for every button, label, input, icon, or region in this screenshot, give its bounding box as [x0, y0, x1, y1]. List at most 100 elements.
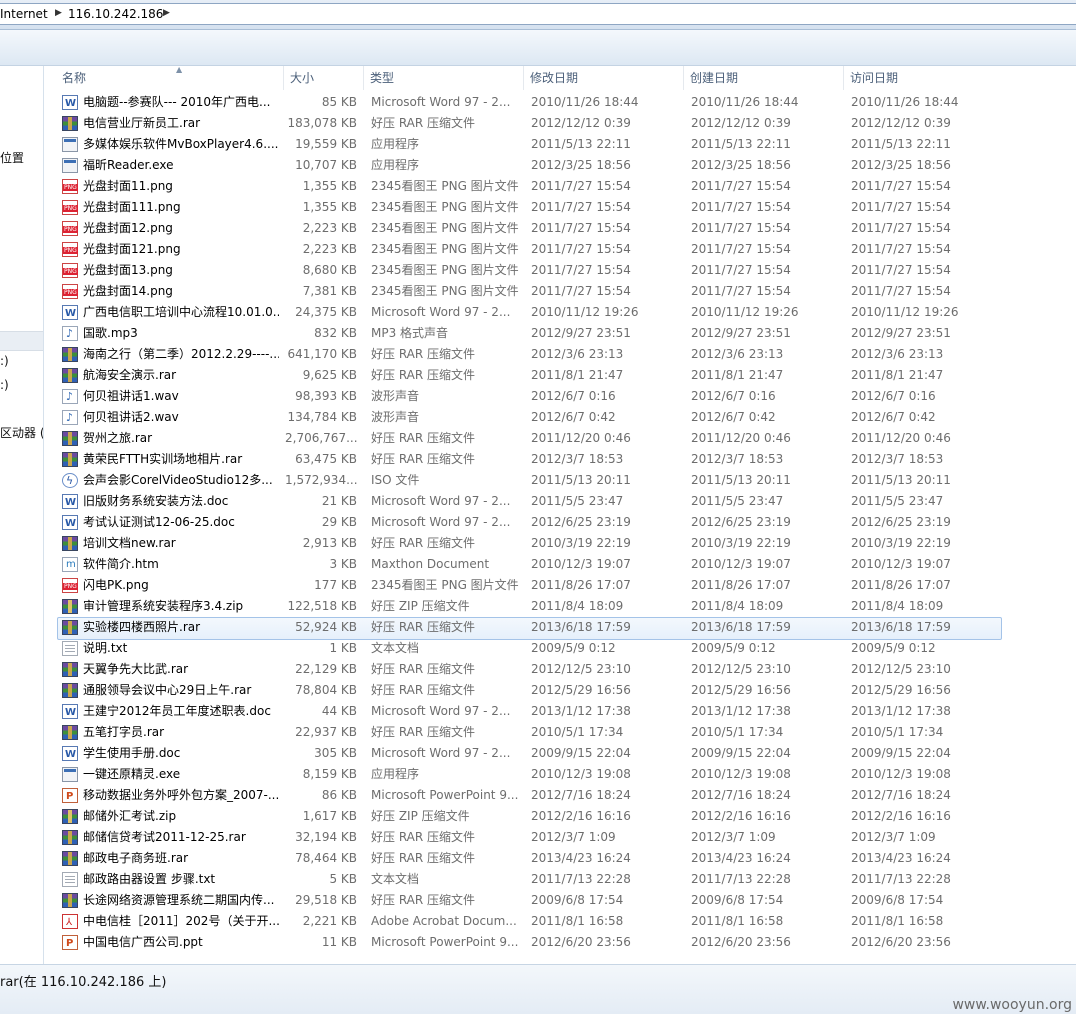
- column-header-modified[interactable]: 修改日期: [524, 66, 684, 90]
- file-name[interactable]: 五笔打字员.rar: [83, 722, 279, 743]
- address-field[interactable]: Internet ▶ 116.10.242.186 ▶: [0, 3, 1076, 25]
- file-name[interactable]: 国歌.mp3: [83, 323, 279, 344]
- column-header-size[interactable]: 大小: [284, 66, 364, 90]
- file-row[interactable]: 培训文档new.rar 2,913 KB 好压 RAR 压缩文件 2010/3/19 …: [45, 533, 1076, 554]
- file-row[interactable]: 一键还原精灵.exe 8,159 KB 应用程序 2010/12/3 19:08 201…: [45, 764, 1076, 785]
- file-row[interactable]: 电信营业厅新员工.rar 183,078 KB 好压 RAR 压缩文件 2012/12…: [45, 113, 1076, 134]
- file-row[interactable]: 旧版财务系统安装方法.doc 21 KB Microsoft Word 97 - 2…: [45, 491, 1076, 512]
- file-row[interactable]: 航海安全演示.rar 9,625 KB 好压 RAR 压缩文件 2011/8/1 21…: [45, 365, 1076, 386]
- navigation-pane[interactable]: 位置:):) 区动器 (K: [0, 66, 44, 964]
- file-name[interactable]: 邮政路由器设置 步骤.txt: [83, 869, 279, 890]
- file-row[interactable]: 光盘封面121.png 2,223 KB 2345看图王 PNG 图片文件 2011/…: [45, 239, 1076, 260]
- file-row[interactable]: 天翼争先大比武.rar 22,129 KB 好压 RAR 压缩文件 2012/12/5…: [45, 659, 1076, 680]
- file-name[interactable]: 何贝祖讲话1.wav: [83, 386, 279, 407]
- column-header-accessed[interactable]: 访问日期: [844, 66, 1004, 90]
- file-list[interactable]: 名称 ▲ 大小 类型 修改日期 创建日期 访问日期 电脑题--参赛队--- 20…: [45, 66, 1076, 964]
- file-row[interactable]: 贺州之旅.rar 2,706,767... 好压 RAR 压缩文件 2011/12/2…: [45, 428, 1076, 449]
- file-name[interactable]: 电脑题--参赛队--- 2010年广西电...: [83, 92, 279, 113]
- nav-selected-item[interactable]: [0, 331, 43, 351]
- file-row[interactable]: 电脑题--参赛队--- 2010年广西电... 85 KB Microsoft Wo…: [45, 92, 1076, 113]
- file-name[interactable]: 邮政电子商务班.rar: [83, 848, 279, 869]
- file-row[interactable]: 考试认证测试12-06-25.doc 29 KB Microsoft Word 97…: [45, 512, 1076, 533]
- file-row[interactable]: 五笔打字员.rar 22,937 KB 好压 RAR 压缩文件 2010/5/1 17…: [45, 722, 1076, 743]
- file-name[interactable]: 旧版财务系统安装方法.doc: [83, 491, 279, 512]
- file-name[interactable]: 通服领导会议中心29日上午.rar: [83, 680, 279, 701]
- file-name[interactable]: 会声会影CorelVideoStudio12多...: [83, 470, 279, 491]
- file-row[interactable]: 邮储外汇考试.zip 1,617 KB 好压 ZIP 压缩文件 2012/2/16 1…: [45, 806, 1076, 827]
- file-name[interactable]: 光盘封面12.png: [83, 218, 279, 239]
- file-row[interactable]: 光盘封面111.png 1,355 KB 2345看图王 PNG 图片文件 2011/…: [45, 197, 1076, 218]
- file-name[interactable]: 考试认证测试12-06-25.doc: [83, 512, 279, 533]
- file-row[interactable]: 实验楼四楼西照片.rar 52,924 KB 好压 RAR 压缩文件 2013/6/1…: [45, 617, 1076, 640]
- file-name[interactable]: 黄荣民FTTH实训场地相片.rar: [83, 449, 279, 470]
- file-row[interactable]: 海南之行（第二季）2012.2.29----... 641,170 KB 好压 RA…: [45, 344, 1076, 365]
- nav-item[interactable]: :): [0, 378, 9, 392]
- file-row[interactable]: 闪电PK.png 177 KB 2345看图王 PNG 图片文件 2011/8/26 …: [45, 575, 1076, 596]
- column-header-type[interactable]: 类型: [364, 66, 524, 90]
- file-row[interactable]: 何贝祖讲话1.wav 98,393 KB 波形声音 2012/6/7 0:16 2012…: [45, 386, 1076, 407]
- file-row[interactable]: 审计管理系统安装程序3.4.zip 122,518 KB 好压 ZIP 压缩文件 20…: [45, 596, 1076, 617]
- file-row[interactable]: 多媒体娱乐软件MvBoxPlayer4.6.... 19,559 KB 应用程序 20…: [45, 134, 1076, 155]
- breadcrumb-host[interactable]: 116.10.242.186: [68, 7, 163, 21]
- file-row[interactable]: 王建宁2012年员工年度述职表.doc 44 KB Microsoft Word 9…: [45, 701, 1076, 722]
- file-name[interactable]: 邮储信贷考试2011-12-25.rar: [83, 827, 279, 848]
- file-row[interactable]: 中国电信广西公司.ppt 11 KB Microsoft PowerPoint 9.…: [45, 932, 1076, 953]
- file-name[interactable]: 海南之行（第二季）2012.2.29----...: [83, 344, 279, 365]
- address-bar[interactable]: Internet ▶ 116.10.242.186 ▶: [0, 0, 1076, 30]
- nav-item[interactable]: :): [0, 354, 9, 368]
- breadcrumb-separator-icon[interactable]: ▶: [55, 8, 62, 18]
- file-name[interactable]: 何贝祖讲话2.wav: [83, 407, 279, 428]
- file-row[interactable]: 光盘封面13.png 8,680 KB 2345看图王 PNG 图片文件 2011/7…: [45, 260, 1076, 281]
- file-name[interactable]: 说明.txt: [83, 638, 279, 659]
- file-row[interactable]: 广西电信职工培训中心流程10.01.0... 24,375 KB Microsoft…: [45, 302, 1076, 323]
- file-row[interactable]: 邮储信贷考试2011-12-25.rar 32,194 KB 好压 RAR 压缩文件…: [45, 827, 1076, 848]
- nav-item[interactable]: 位置: [0, 149, 24, 166]
- file-name[interactable]: 电信营业厅新员工.rar: [83, 113, 279, 134]
- file-name[interactable]: 航海安全演示.rar: [83, 365, 279, 386]
- file-name[interactable]: 中电信桂［2011］202号（关于开...: [83, 911, 279, 932]
- file-name[interactable]: 软件简介.htm: [83, 554, 279, 575]
- file-row[interactable]: 国歌.mp3 832 KB MP3 格式声音 2012/9/27 23:51 2012/…: [45, 323, 1076, 344]
- file-name[interactable]: 一键还原精灵.exe: [83, 764, 279, 785]
- file-row[interactable]: 说明.txt 1 KB 文本文档 2009/5/9 0:12 2009/5/9 0:12…: [45, 638, 1076, 659]
- column-header-created[interactable]: 创建日期: [684, 66, 844, 90]
- breadcrumb-internet[interactable]: Internet: [0, 7, 48, 21]
- file-name[interactable]: 移动数据业务外呼外包方案_2007-...: [83, 785, 279, 806]
- file-name[interactable]: 光盘封面111.png: [83, 197, 279, 218]
- file-name[interactable]: 天翼争先大比武.rar: [83, 659, 279, 680]
- file-row[interactable]: 何贝祖讲话2.wav 134,784 KB 波形声音 2012/6/7 0:42 201…: [45, 407, 1076, 428]
- file-name[interactable]: 贺州之旅.rar: [83, 428, 279, 449]
- file-row[interactable]: 长途网络资源管理系统二期国内传... 29,518 KB 好压 RAR 压缩文件 20…: [45, 890, 1076, 911]
- file-row[interactable]: 光盘封面11.png 1,355 KB 2345看图王 PNG 图片文件 2011/7…: [45, 176, 1076, 197]
- file-name[interactable]: 审计管理系统安装程序3.4.zip: [83, 596, 279, 617]
- file-row[interactable]: 黄荣民FTTH实训场地相片.rar 63,475 KB 好压 RAR 压缩文件 201…: [45, 449, 1076, 470]
- file-name[interactable]: 多媒体娱乐软件MvBoxPlayer4.6....: [83, 134, 279, 155]
- file-name[interactable]: 培训文档new.rar: [83, 533, 279, 554]
- file-name[interactable]: 王建宁2012年员工年度述职表.doc: [83, 701, 279, 722]
- file-name[interactable]: 光盘封面14.png: [83, 281, 279, 302]
- column-header-name[interactable]: 名称 ▲: [56, 66, 284, 90]
- file-name[interactable]: 广西电信职工培训中心流程10.01.0...: [83, 302, 279, 323]
- file-row[interactable]: 光盘封面12.png 2,223 KB 2345看图王 PNG 图片文件 2011/7…: [45, 218, 1076, 239]
- file-name[interactable]: 邮储外汇考试.zip: [83, 806, 279, 827]
- breadcrumb-separator-icon[interactable]: ▶: [163, 8, 170, 18]
- nav-item[interactable]: 区动器 (K: [0, 424, 43, 441]
- file-name[interactable]: 光盘封面121.png: [83, 239, 279, 260]
- file-row[interactable]: 福昕Reader.exe 10,707 KB 应用程序 2012/3/25 18:56…: [45, 155, 1076, 176]
- file-name[interactable]: 闪电PK.png: [83, 575, 279, 596]
- file-name[interactable]: 中国电信广西公司.ppt: [83, 932, 279, 953]
- file-row[interactable]: 移动数据业务外呼外包方案_2007-... 86 KB Microsoft Powe…: [45, 785, 1076, 806]
- file-name[interactable]: 光盘封面11.png: [83, 176, 279, 197]
- file-row[interactable]: 邮政路由器设置 步骤.txt 5 KB 文本文档 2011/7/13 22:28 201…: [45, 869, 1076, 890]
- file-name[interactable]: 实验楼四楼西照片.rar: [83, 617, 279, 638]
- file-row[interactable]: 邮政电子商务班.rar 78,464 KB 好压 RAR 压缩文件 2013/4/23…: [45, 848, 1076, 869]
- file-row[interactable]: 中电信桂［2011］202号（关于开... 2,221 KB Adobe Acrob…: [45, 911, 1076, 932]
- file-name[interactable]: 光盘封面13.png: [83, 260, 279, 281]
- file-name[interactable]: 长途网络资源管理系统二期国内传...: [83, 890, 279, 911]
- file-row[interactable]: 学生使用手册.doc 305 KB Microsoft Word 97 - 2...…: [45, 743, 1076, 764]
- file-name[interactable]: 福昕Reader.exe: [83, 155, 279, 176]
- file-name[interactable]: 学生使用手册.doc: [83, 743, 279, 764]
- file-row[interactable]: 软件简介.htm 3 KB Maxthon Document 2010/12/3 19…: [45, 554, 1076, 575]
- file-row[interactable]: 会声会影CorelVideoStudio12多... 1,572,934... IS…: [45, 470, 1076, 491]
- file-row[interactable]: 通服领导会议中心29日上午.rar 78,804 KB 好压 RAR 压缩文件 201…: [45, 680, 1076, 701]
